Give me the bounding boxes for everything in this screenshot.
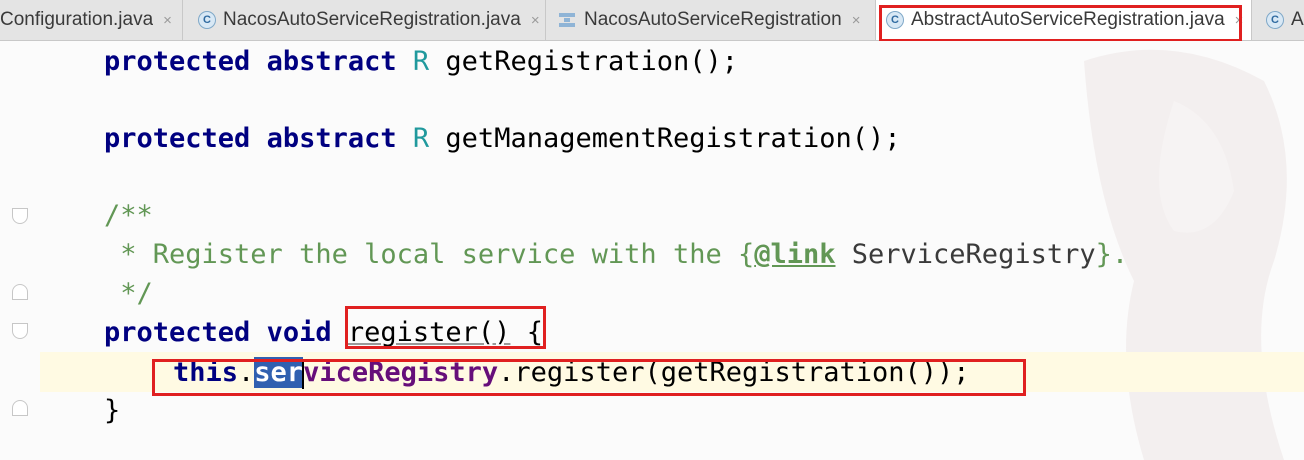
comment-text: * Register the local service with the { [104,239,755,270]
editor-gutter [0,41,40,460]
code-line-current: this.serviceRegistry.register(getRegistr… [173,353,970,393]
close-icon[interactable]: × [163,12,172,29]
closing-brace: } [104,395,121,426]
tab-label: Configuration.java [0,9,154,30]
tab-overflow[interactable]: C A [1252,0,1304,40]
tab-label: AbstractAutoServiceRegistration.java [911,9,1225,30]
tab-label: A [1291,9,1304,30]
fold-marker-icon[interactable] [12,208,28,224]
method-name[interactable]: register() [348,317,511,348]
keyword: void [266,317,332,348]
tab-nacos-auto-service-registration-diagram[interactable]: NacosAutoServiceRegistration × [546,0,876,40]
keyword: protected [104,317,251,348]
code-line: protected abstract R getManagementRegist… [104,119,901,159]
tab-abstract-auto-service-registration[interactable]: C AbstractAutoServiceRegistration.java × [876,0,1252,40]
code-line: protected void register() { [104,313,543,353]
keyword: abstract [266,123,397,154]
selected-text[interactable]: ser [254,357,304,388]
method-declaration: getRegistration(); [445,46,739,77]
tab-label: NacosAutoServiceRegistration.java [223,9,521,30]
tab-nacos-auto-service-registration-java[interactable]: C NacosAutoServiceRegistration.java × [186,0,546,40]
javadoc-line: * Register the local service with the {@… [104,235,1128,275]
fold-marker-icon[interactable] [12,323,28,339]
fold-marker-icon[interactable] [12,400,28,416]
method-declaration: getManagementRegistration(); [445,123,901,154]
comment-text: }. [1095,239,1129,270]
javadoc-link-reference[interactable]: ServiceRegistry [852,239,1096,270]
javadoc-link-tag: @link [754,239,836,270]
code-editor[interactable]: protected abstract R getRegistration(); … [0,41,1304,460]
keyword: protected [104,123,251,154]
tab-configuration[interactable]: Configuration.java × [0,0,183,40]
fold-marker-icon[interactable] [12,284,28,300]
close-icon[interactable]: × [531,12,540,29]
javadoc-open: /** [104,200,153,231]
keyword: protected [104,46,251,77]
dot: . [238,357,255,388]
field-reference[interactable]: viceRegistry [303,357,498,388]
close-icon[interactable]: × [1235,12,1244,29]
diagram-icon [559,13,575,27]
class-icon: C [198,11,216,29]
javadoc-close: */ [104,278,153,309]
type-parameter: R [412,123,430,154]
keyword: this [173,357,239,388]
class-icon: C [886,11,904,29]
class-icon: C [1266,11,1284,29]
method-call: .register(getRegistration()); [498,357,970,388]
keyword: abstract [266,46,397,77]
brace: { [526,317,543,348]
code-line: protected abstract R getRegistration(); [104,42,738,82]
editor-tab-bar: Configuration.java × C NacosAutoServiceR… [0,0,1304,41]
close-icon[interactable]: × [852,12,861,29]
tab-label: NacosAutoServiceRegistration [584,9,842,30]
type-parameter: R [412,46,430,77]
